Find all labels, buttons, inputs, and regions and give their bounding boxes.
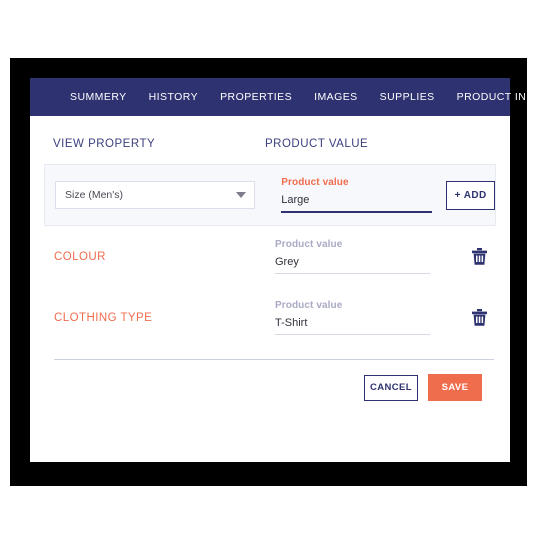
nav-item-summery[interactable]: SUMMERY [70, 91, 127, 103]
property-row-clothing-type: CLOTHING TYPE Product value T-Shirt [44, 287, 496, 348]
nav-item-product-info[interactable]: PRODUCT INFO [457, 91, 540, 103]
clothing-type-value-input[interactable]: T-Shirt [275, 317, 430, 334]
new-value-label: Product value [281, 177, 349, 189]
main-navigation: SUMMERY HISTORY PROPERTIES IMAGES SUPPLI… [30, 78, 540, 116]
nav-item-history[interactable]: HISTORY [149, 91, 198, 103]
property-name-colour: COLOUR [54, 250, 106, 263]
trash-icon [471, 309, 487, 326]
colour-value-block: Product value Grey [275, 239, 430, 274]
nav-item-images[interactable]: IMAGES [314, 91, 358, 103]
add-property-button[interactable]: + ADD [446, 180, 495, 210]
clothing-type-value-block: Product value T-Shirt [275, 300, 430, 335]
nav-item-supplies[interactable]: SUPPLIES [380, 91, 435, 103]
column-header-product-value: PRODUCT VALUE [265, 138, 369, 150]
save-button[interactable]: SAVE [428, 374, 482, 401]
cancel-button[interactable]: CANCEL [364, 374, 418, 401]
new-property-row: Size (Men's) Product value Large + ADD [44, 164, 496, 226]
new-value-input[interactable]: Large [281, 194, 432, 211]
property-select-value: Size (Men's) [65, 189, 124, 201]
new-value-underline [281, 211, 433, 213]
footer-actions: CANCEL SAVE [44, 360, 496, 401]
delete-clothing-type-button[interactable] [470, 308, 488, 328]
nav-item-properties[interactable]: PROPERTIES [220, 91, 292, 103]
column-headers: VIEW PROPERTY PRODUCT VALUE [44, 116, 496, 150]
colour-value-input[interactable]: Grey [275, 256, 430, 273]
card-body: VIEW PROPERTY PRODUCT VALUE Size (Men's)… [30, 116, 510, 462]
chevron-down-icon [236, 192, 247, 198]
property-name-clothing-type: CLOTHING TYPE [54, 311, 153, 324]
column-header-view-property: VIEW PROPERTY [53, 138, 156, 150]
property-select[interactable]: Size (Men's) [55, 181, 256, 209]
trash-icon [471, 248, 487, 265]
delete-colour-button[interactable] [470, 247, 488, 267]
colour-value-underline [275, 273, 430, 274]
property-row-colour: COLOUR Product value Grey [44, 226, 496, 287]
new-property-value-block: Product value Large [281, 177, 433, 213]
colour-value-label: Product value [275, 239, 343, 250]
clothing-type-value-label: Product value [275, 300, 343, 311]
product-properties-card: SUMMERY HISTORY PROPERTIES IMAGES SUPPLI… [30, 78, 540, 462]
clothing-type-value-underline [275, 334, 430, 335]
